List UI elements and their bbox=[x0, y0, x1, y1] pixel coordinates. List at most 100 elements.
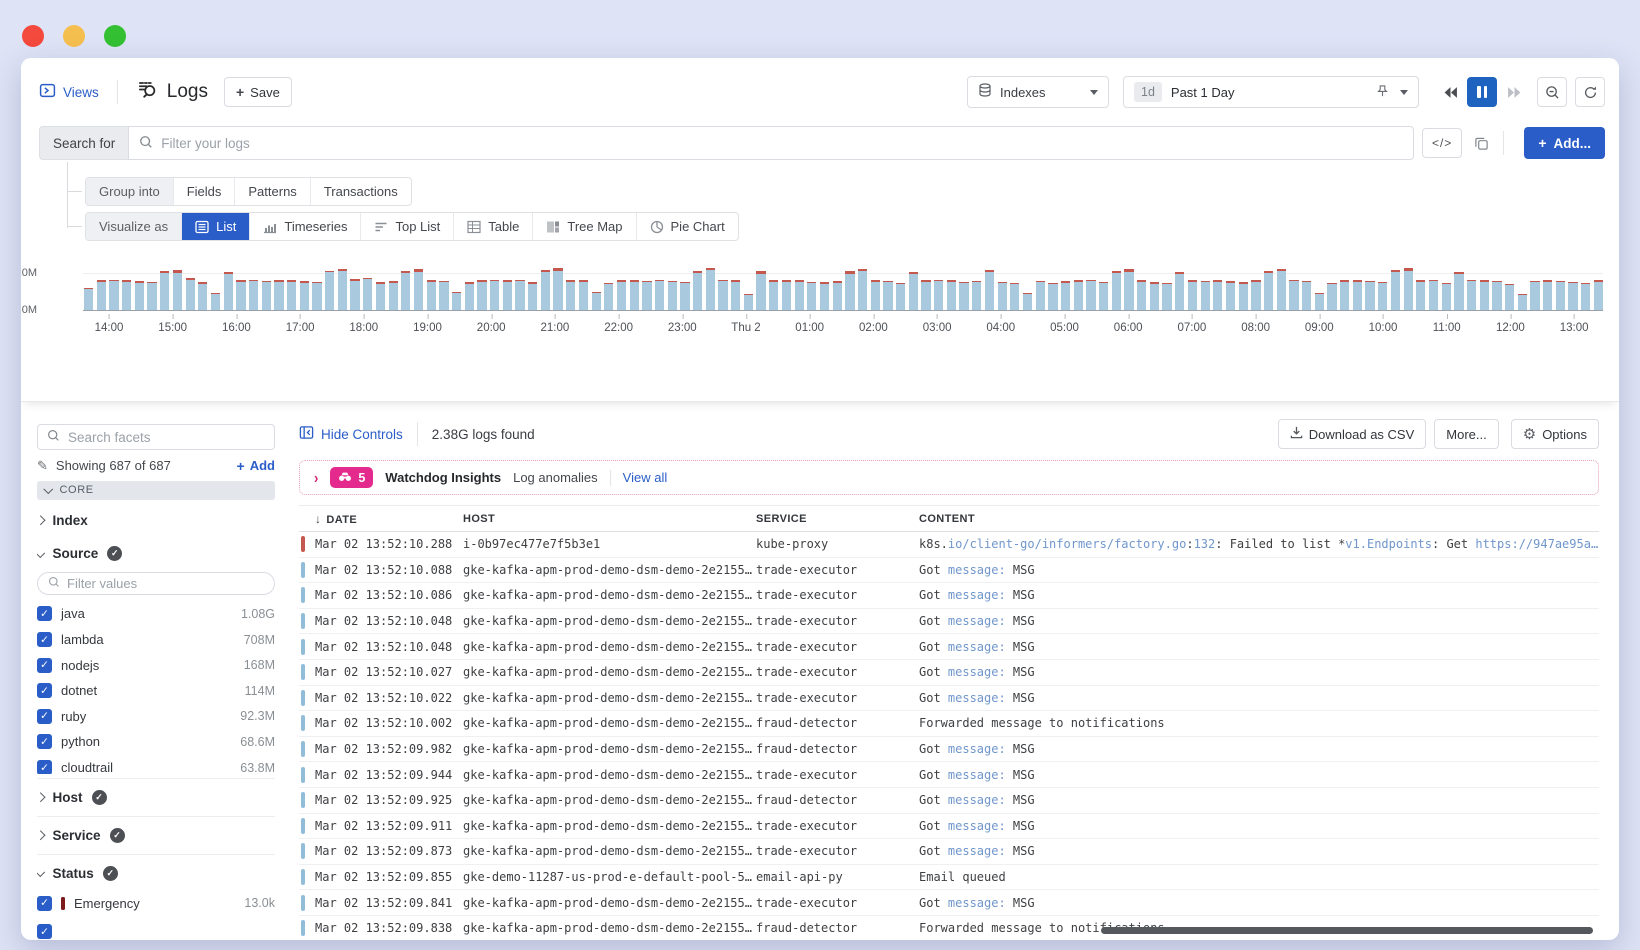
histogram-bar[interactable] bbox=[934, 280, 943, 311]
rewind-icon[interactable] bbox=[1435, 77, 1465, 107]
log-row[interactable]: Mar 02 13:52:10.088gke-kafka-apm-prod-de… bbox=[299, 558, 1599, 584]
checkbox-checked-icon[interactable]: ✓ bbox=[37, 709, 52, 724]
histogram-bar[interactable] bbox=[1188, 280, 1197, 311]
checkbox-checked-icon[interactable]: ✓ bbox=[37, 683, 52, 698]
histogram-bar[interactable] bbox=[325, 271, 334, 311]
log-row[interactable]: Mar 02 13:52:09.911gke-kafka-apm-prod-de… bbox=[299, 814, 1599, 840]
histogram-bar[interactable] bbox=[1353, 280, 1362, 311]
histogram-bar[interactable] bbox=[744, 294, 753, 311]
indexes-select[interactable]: Indexes bbox=[967, 76, 1109, 108]
histogram-bar[interactable] bbox=[1124, 269, 1133, 312]
histogram-bar[interactable] bbox=[452, 292, 461, 311]
facet-value-cloudtrail[interactable]: ✓cloudtrail63.8M bbox=[37, 755, 275, 774]
column-header-host[interactable]: HOST bbox=[463, 513, 756, 525]
histogram-bar[interactable] bbox=[1327, 283, 1336, 311]
refresh-button[interactable] bbox=[1575, 77, 1605, 107]
histogram-bar[interactable] bbox=[465, 282, 474, 311]
checkbox-checked-icon[interactable]: ✓ bbox=[37, 606, 52, 621]
histogram-bar[interactable] bbox=[1112, 271, 1121, 311]
minimize-window-icon[interactable] bbox=[63, 25, 85, 47]
histogram-bar[interactable] bbox=[731, 280, 740, 311]
histogram-bar[interactable] bbox=[1137, 280, 1146, 311]
histogram-bar[interactable] bbox=[998, 282, 1007, 311]
facet-value-dotnet[interactable]: ✓dotnet114M bbox=[37, 678, 275, 704]
column-header-date[interactable]: ↓DATE bbox=[315, 512, 463, 526]
filter-values-input[interactable]: Filter values bbox=[37, 572, 275, 595]
pin-icon[interactable] bbox=[1376, 84, 1389, 101]
histogram-bar[interactable] bbox=[1315, 293, 1324, 311]
histogram-bar[interactable] bbox=[668, 281, 677, 311]
visualize-tab-timeseries[interactable]: Timeseries bbox=[250, 213, 361, 240]
histogram-bar[interactable] bbox=[604, 283, 613, 312]
log-row[interactable]: Mar 02 13:52:10.288i-0b97ec477e7f5b3e1ku… bbox=[299, 532, 1599, 558]
visualize-tab-top-list[interactable]: Top List bbox=[361, 213, 454, 240]
histogram-bar[interactable] bbox=[1594, 280, 1603, 311]
view-all-link[interactable]: View all bbox=[623, 470, 668, 485]
histogram-bar[interactable] bbox=[566, 280, 575, 311]
histogram-bar[interactable] bbox=[338, 269, 347, 311]
facet-group-source[interactable]: Source ✓ bbox=[37, 538, 275, 570]
histogram-bar[interactable] bbox=[1099, 282, 1108, 311]
histogram-bar[interactable] bbox=[503, 280, 512, 311]
histogram-bar[interactable] bbox=[1264, 271, 1273, 311]
download-csv-button[interactable]: Download as CSV bbox=[1278, 419, 1427, 449]
log-row[interactable]: Mar 02 13:52:10.086gke-kafka-apm-prod-de… bbox=[299, 583, 1599, 609]
histogram-bar[interactable] bbox=[515, 280, 524, 311]
histogram-bar[interactable] bbox=[1175, 272, 1184, 311]
histogram-bar[interactable] bbox=[553, 268, 562, 311]
histogram-bar[interactable] bbox=[833, 281, 842, 311]
log-row[interactable]: Mar 02 13:52:09.944gke-kafka-apm-prod-de… bbox=[299, 762, 1599, 788]
facet-group-status[interactable]: Status ✓ bbox=[37, 859, 275, 888]
visualize-tab-table[interactable]: Table bbox=[454, 213, 533, 240]
facet-value-emergency[interactable]: ✓Emergency13.0k bbox=[37, 888, 275, 918]
core-section-header[interactable]: CORE bbox=[37, 481, 275, 500]
histogram-bar[interactable] bbox=[680, 282, 689, 311]
log-row[interactable]: Mar 02 13:52:10.027gke-kafka-apm-prod-de… bbox=[299, 660, 1599, 686]
edit-pencil-icon[interactable]: ✎ bbox=[37, 458, 48, 474]
histogram-bar[interactable] bbox=[896, 283, 905, 311]
visualize-tab-list[interactable]: List bbox=[182, 213, 250, 240]
histogram-bar[interactable] bbox=[642, 281, 651, 311]
histogram-bar[interactable] bbox=[287, 280, 296, 311]
time-range-picker[interactable]: 1d Past 1 Day bbox=[1123, 76, 1419, 108]
facet-value-nodejs[interactable]: ✓nodejs168M bbox=[37, 652, 275, 678]
histogram-bar[interactable] bbox=[1429, 280, 1438, 311]
histogram-bar[interactable] bbox=[921, 280, 930, 311]
histogram-bar[interactable] bbox=[883, 281, 892, 311]
histogram-bar[interactable] bbox=[135, 281, 144, 311]
add-button[interactable]: + Add... bbox=[1524, 127, 1605, 159]
histogram-bar[interactable] bbox=[1454, 272, 1463, 311]
histogram-bar[interactable] bbox=[211, 293, 220, 311]
histogram-bar[interactable] bbox=[845, 271, 854, 311]
checkbox-checked-icon[interactable]: ✓ bbox=[37, 896, 52, 911]
histogram-bar[interactable] bbox=[1581, 283, 1590, 311]
histogram-bar[interactable] bbox=[1492, 281, 1501, 311]
histogram-bar[interactable] bbox=[414, 269, 423, 311]
histogram-bar[interactable] bbox=[1543, 280, 1552, 311]
histogram-bar[interactable] bbox=[1568, 282, 1577, 311]
group-into-tab-fields[interactable]: Fields bbox=[174, 178, 236, 205]
histogram-bar[interactable] bbox=[1340, 280, 1349, 311]
column-header-content[interactable]: CONTENT bbox=[919, 513, 1599, 525]
facet-value-ruby[interactable]: ✓ruby92.3M bbox=[37, 704, 275, 730]
histogram-bar[interactable] bbox=[718, 280, 727, 311]
histogram-bar[interactable] bbox=[1010, 283, 1019, 311]
log-row[interactable]: Mar 02 13:52:10.048gke-kafka-apm-prod-de… bbox=[299, 634, 1599, 660]
histogram-bar[interactable] bbox=[1226, 281, 1235, 311]
histogram-bar[interactable] bbox=[236, 280, 245, 311]
histogram-bar[interactable] bbox=[1239, 282, 1248, 311]
histogram-bar[interactable] bbox=[858, 269, 867, 311]
checkbox-checked-icon[interactable]: ✓ bbox=[37, 924, 52, 939]
histogram-bar[interactable] bbox=[756, 271, 765, 311]
facet-value-java[interactable]: ✓java1.08G bbox=[37, 601, 275, 627]
histogram-bar[interactable] bbox=[1289, 280, 1298, 311]
histogram-bar[interactable] bbox=[1162, 283, 1171, 311]
histogram-bar[interactable] bbox=[630, 280, 639, 311]
histogram-bar[interactable] bbox=[909, 272, 918, 311]
log-row[interactable]: Mar 02 13:52:10.048gke-kafka-apm-prod-de… bbox=[299, 609, 1599, 635]
histogram-bar[interactable] bbox=[1048, 283, 1057, 311]
log-row[interactable]: Mar 02 13:52:09.925gke-kafka-apm-prod-de… bbox=[299, 788, 1599, 814]
histogram-bar[interactable] bbox=[617, 280, 626, 311]
histogram-bar[interactable] bbox=[655, 280, 664, 311]
histogram-bar[interactable] bbox=[389, 281, 398, 311]
